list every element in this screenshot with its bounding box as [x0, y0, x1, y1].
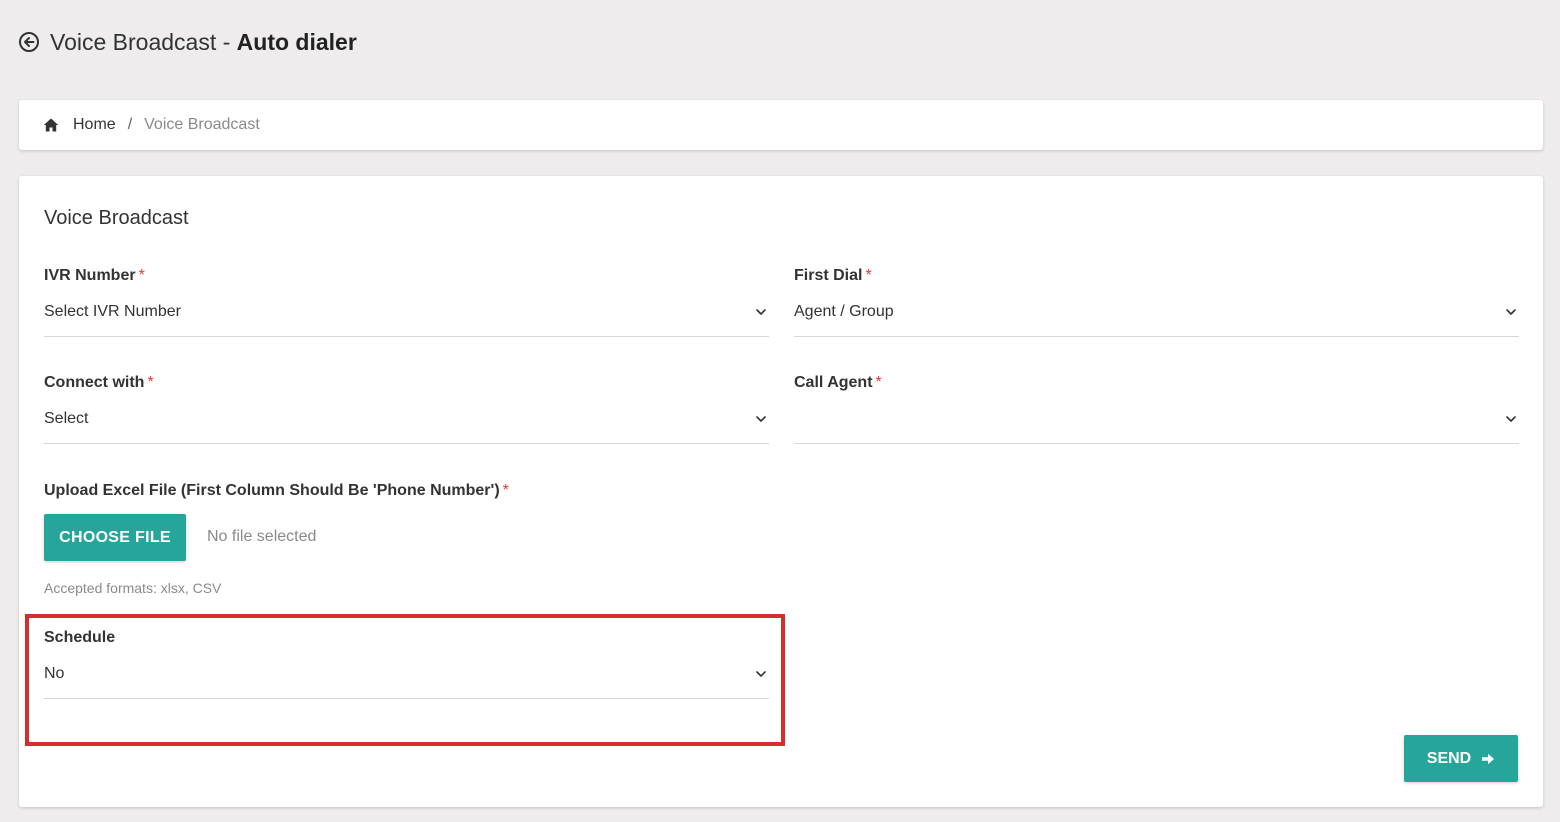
page-title-strong: Auto dialer	[236, 28, 357, 55]
required-mark: *	[865, 267, 872, 284]
ivr-number-label: IVR Number *	[44, 267, 145, 284]
arrow-right-icon	[1481, 752, 1495, 766]
chevron-down-icon	[1506, 416, 1516, 422]
choose-file-button[interactable]: CHOOSE FILE	[44, 514, 186, 561]
required-mark: *	[147, 374, 154, 391]
page-title: Voice Broadcast - Auto dialer	[50, 29, 357, 56]
breadcrumb-current: Voice Broadcast	[144, 116, 260, 133]
first-dial-field: First Dial * Agent / Group	[794, 266, 1519, 337]
page-header: Voice Broadcast - Auto dialer	[18, 26, 357, 58]
send-button-label: SEND	[1426, 749, 1472, 767]
upload-excel-label: Upload Excel File (First Column Should B…	[44, 482, 509, 499]
chevron-down-icon	[756, 671, 766, 677]
ivr-number-value: Select IVR Number	[44, 303, 181, 320]
chevron-down-icon	[1506, 309, 1516, 315]
required-mark: *	[502, 482, 509, 499]
connect-with-field: Connect with * Select	[44, 373, 769, 444]
schedule-field: Schedule No	[44, 628, 769, 699]
accepted-formats-hint: Accepted formats: xlsx, CSV	[44, 580, 222, 596]
schedule-select[interactable]: No	[44, 662, 769, 699]
breadcrumb-separator: /	[127, 116, 133, 133]
voice-broadcast-form: Voice Broadcast IVR Number * Select IVR N…	[19, 176, 1543, 807]
connect-with-label: Connect with *	[44, 374, 154, 391]
connect-with-value: Select	[44, 410, 89, 427]
connect-with-select[interactable]: Select	[44, 407, 769, 444]
required-mark: *	[875, 374, 882, 391]
ivr-number-select[interactable]: Select IVR Number	[44, 300, 769, 337]
arrow-circle-left-icon[interactable]	[18, 31, 40, 53]
ivr-number-field: IVR Number * Select IVR Number	[44, 266, 769, 337]
call-agent-label: Call Agent *	[794, 374, 882, 391]
first-dial-label: First Dial *	[794, 267, 872, 284]
chevron-down-icon	[756, 309, 766, 315]
call-agent-select[interactable]	[794, 407, 1519, 444]
file-status: No file selected	[207, 528, 317, 545]
send-button[interactable]: SEND	[1404, 735, 1518, 782]
first-dial-value: Agent / Group	[794, 303, 894, 320]
page-title-prefix: Voice Broadcast -	[50, 28, 237, 55]
breadcrumb-home-link[interactable]: Home	[73, 116, 116, 134]
breadcrumb: Home / Voice Broadcast	[19, 100, 1543, 150]
schedule-label: Schedule	[44, 629, 116, 646]
chevron-down-icon	[756, 416, 766, 422]
schedule-value: No	[44, 665, 65, 682]
call-agent-field: Call Agent *	[794, 373, 1519, 444]
required-mark: *	[138, 267, 145, 284]
first-dial-select[interactable]: Agent / Group	[794, 300, 1519, 337]
home-icon[interactable]	[43, 117, 59, 133]
form-title: Voice Broadcast	[44, 207, 189, 229]
